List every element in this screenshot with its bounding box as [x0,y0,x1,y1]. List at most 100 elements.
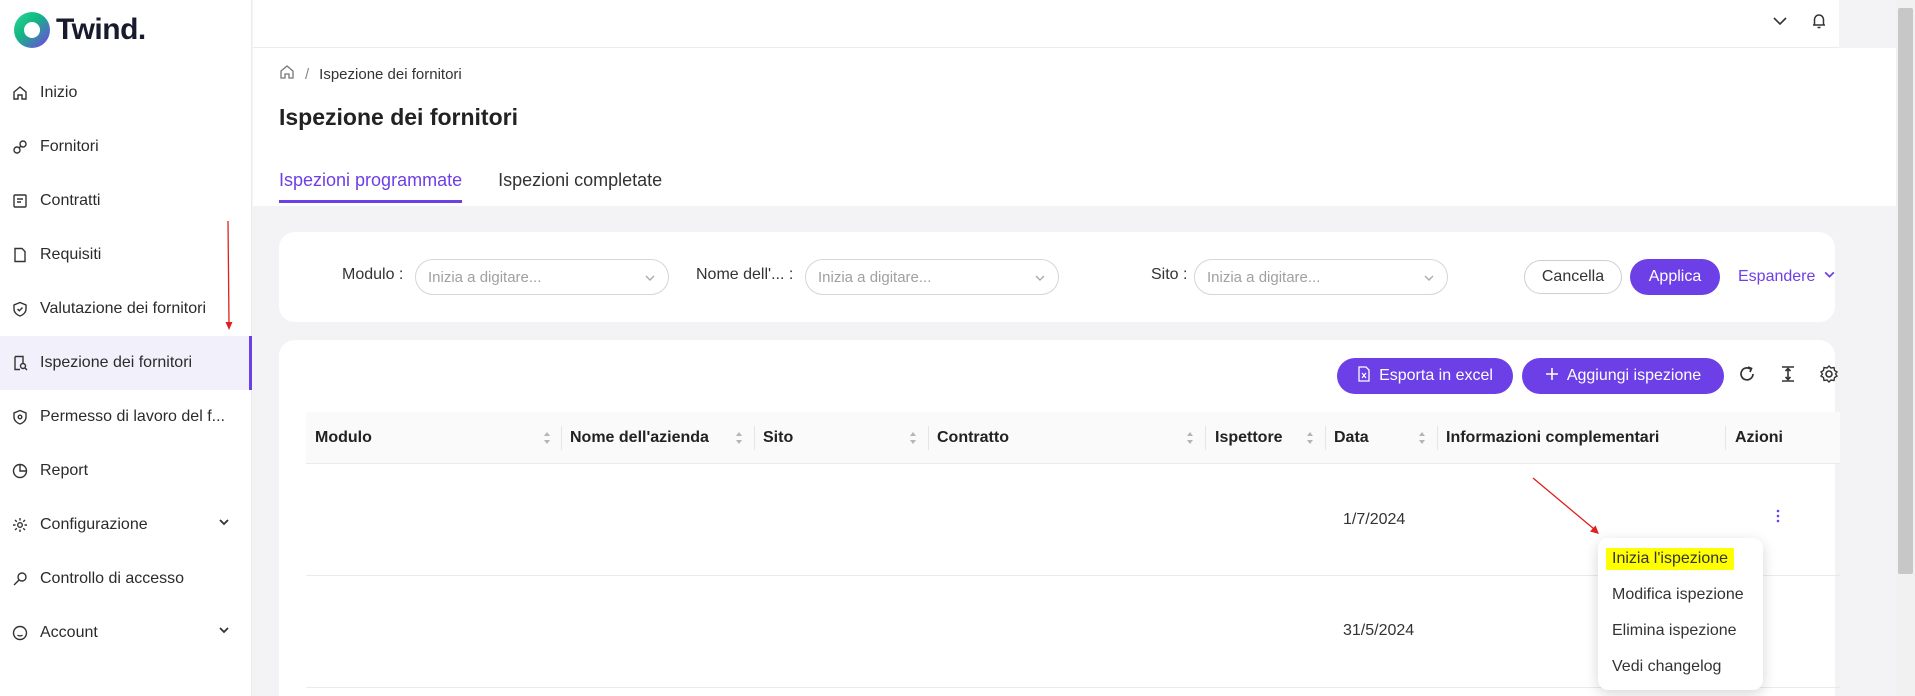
scrollbar[interactable] [1896,0,1915,696]
sidebar-item-label: Inizio [40,84,78,101]
sidebar-item-label: Ispezione dei fornitori [40,354,193,371]
column-header-contratto[interactable]: Contratto [937,429,1009,447]
app-logo[interactable]: Twind. [14,12,146,48]
sidebar-item-requisiti[interactable]: Requisiti [0,228,252,282]
sidebar-item-label: Valutazione dei fornitori [40,300,207,317]
column-divider [561,426,562,450]
column-header-azienda[interactable]: Nome dell'azienda [570,429,709,447]
column-divider [1205,426,1206,450]
shield-lock-icon [12,409,28,425]
menu-item-modifica-ispezione[interactable]: Modifica ispezione [1612,586,1744,604]
chevron-down-icon[interactable] [1771,12,1789,35]
excel-file-icon [1357,365,1371,387]
sort-icon[interactable] [908,430,918,451]
sidebar-item-contratti[interactable]: Contratti [0,174,252,228]
chevron-down-icon [218,623,230,641]
row-actions-icon[interactable] [1775,508,1781,529]
chevron-down-icon [644,271,656,288]
sidebar-item-label: Permesso di lavoro del f... [40,408,225,425]
settings-icon[interactable] [1819,364,1839,389]
chevron-down-icon [1823,268,1836,286]
sidebar-item-label: Contratti [40,192,101,209]
sidebar-item-label: Requisiti [40,246,102,263]
expand-filters-link[interactable]: Espandere [1738,268,1836,286]
cell-data: 1/7/2024 [1343,511,1406,528]
filter-modulo-label: Modulo : [342,266,404,283]
column-header-ispettore[interactable]: Ispettore [1215,429,1283,447]
column-height-icon[interactable] [1778,364,1798,389]
chevron-down-icon [1423,271,1435,288]
export-label: Esporta in excel [1379,367,1493,384]
breadcrumb-current: Ispezione dei fornitori [319,65,462,83]
bell-icon[interactable] [1810,12,1828,35]
column-divider [754,426,755,450]
sidebar-item-label: Configurazione [40,516,148,533]
add-inspection-button[interactable]: Aggiungi ispezione [1522,358,1724,394]
plus-icon [1545,367,1559,386]
inspection-icon [12,355,28,371]
sidebar-item-label: Report [40,462,89,479]
column-header-modulo[interactable]: Modulo [315,429,372,447]
home-icon[interactable] [279,64,295,84]
breadcrumb-separator: / [305,65,310,83]
filter-sito-select[interactable]: Inizia a digitare... [1194,259,1448,295]
sidebar-item-ispezione[interactable]: Ispezione dei fornitori [0,336,252,390]
sidebar-item-report[interactable]: Report [0,444,252,498]
top-bar [253,0,1839,48]
tab-bar: Ispezioni programmate Ispezioni completa… [279,170,662,203]
home-icon [12,85,28,101]
sidebar-item-valutazione[interactable]: Valutazione dei fornitori [0,282,252,336]
column-header-sito[interactable]: Sito [763,429,793,447]
table-header: Modulo Nome dell'azienda Sito Contratto … [306,412,1840,464]
page-title: Ispezione dei fornitori [279,104,518,130]
sidebar-item-configurazione[interactable]: Configurazione [0,498,252,552]
shield-check-icon [12,301,28,317]
menu-item-inizia-ispezione[interactable]: Inizia l'ispezione [1606,548,1735,570]
add-label: Aggiungi ispezione [1566,367,1702,384]
filter-modulo-select[interactable]: Inizia a digitare... [415,259,669,295]
column-divider [928,426,929,450]
sidebar-item-controllo[interactable]: Controllo di accesso [0,552,252,606]
sort-icon[interactable] [734,430,744,451]
row-action-menu: Inizia l'ispezione Modifica ispezione El… [1598,538,1763,690]
expand-label: Espandere [1738,268,1816,285]
menu-item-elimina-ispezione[interactable]: Elimina ispezione [1612,622,1737,640]
column-divider [1725,426,1726,450]
gear-icon [12,517,28,533]
key-icon [12,571,28,587]
sort-icon[interactable] [1305,430,1315,451]
sidebar-item-inizio[interactable]: Inizio [0,66,252,120]
sidebar-item-permesso[interactable]: Permesso di lavoro del f... [0,390,252,444]
filter-nome-select[interactable]: Inizia a digitare... [805,259,1059,295]
sidebar-item-account[interactable]: Account [0,606,252,660]
app-name: Twind. [56,13,146,46]
filter-placeholder: Inizia a digitare... [818,268,932,286]
tab-ispezioni-completate[interactable]: Ispezioni completate [498,170,662,203]
apply-button[interactable]: Applica [1630,259,1720,295]
sidebar-nav: Inizio Fornitori Contratti Requisiti Val… [0,66,252,660]
filter-placeholder: Inizia a digitare... [428,268,542,286]
filter-nome-label: Nome dell'... : [696,266,794,283]
pie-chart-icon [12,463,28,479]
menu-item-vedi-changelog[interactable]: Vedi changelog [1612,658,1721,676]
cancel-button[interactable]: Cancella [1524,260,1622,294]
refresh-icon[interactable] [1737,364,1757,389]
tab-ispezioni-programmate[interactable]: Ispezioni programmate [279,170,463,203]
filter-placeholder: Inizia a digitare... [1207,268,1321,286]
export-excel-button[interactable]: Esporta in excel [1337,358,1513,394]
chevron-down-icon [1034,271,1046,288]
link-icon [12,139,28,155]
scrollbar-thumb[interactable] [1898,8,1913,574]
document-icon [12,247,28,263]
sidebar-item-fornitori[interactable]: Fornitori [0,120,252,174]
chevron-down-icon [218,515,230,533]
sort-icon[interactable] [542,430,552,451]
column-header-data[interactable]: Data [1334,429,1369,447]
cell-data: 31/5/2024 [1343,622,1415,639]
column-header-informazioni: Informazioni complementari [1446,429,1660,446]
sort-icon[interactable] [1417,430,1427,451]
filter-panel: Modulo : Inizia a digitare... Nome dell'… [279,232,1835,322]
column-divider [1437,426,1438,450]
sort-icon[interactable] [1185,430,1195,451]
sidebar: Twind. Inizio Fornitori Contratti Requis… [0,0,252,696]
